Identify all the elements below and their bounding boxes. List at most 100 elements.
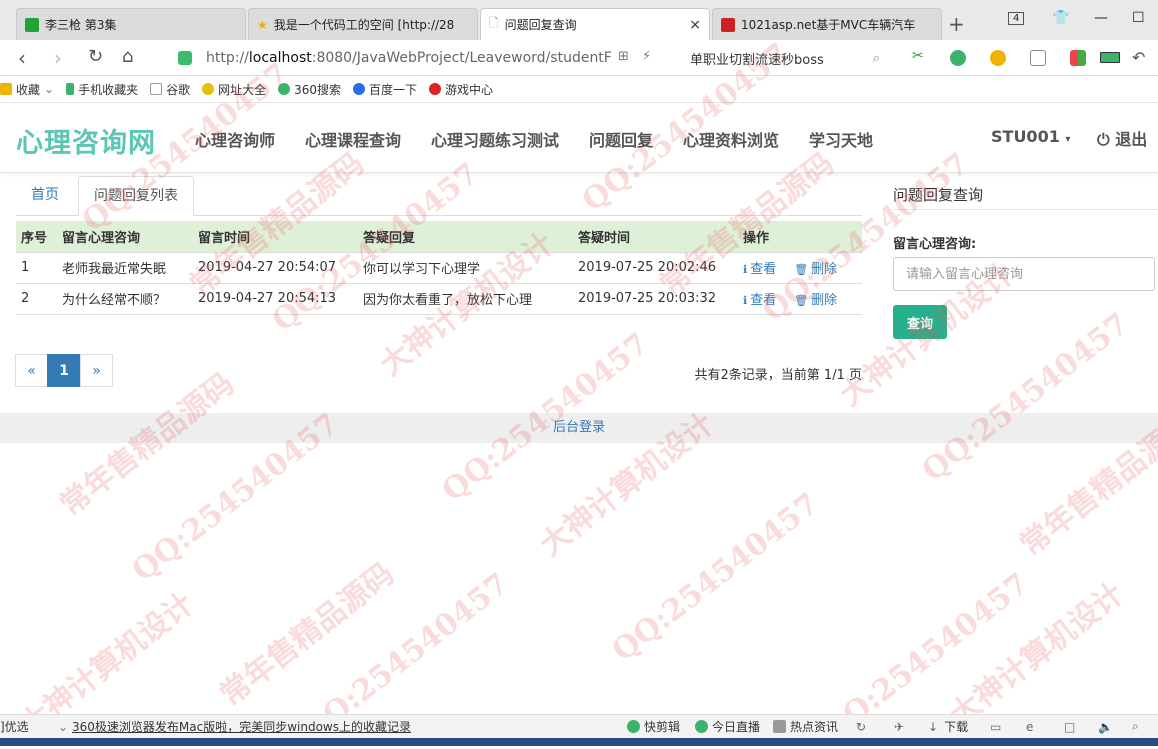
back-icon[interactable]: ‹ — [18, 46, 26, 70]
watermark: 大神计算机设计 — [943, 576, 1131, 734]
minimize-icon[interactable]: — — [1094, 10, 1108, 26]
status-item-label: 热点资讯 — [790, 720, 839, 734]
view-link[interactable]: ℹ 查看 — [743, 262, 776, 277]
search-input[interactable]: 单职业切割流速秒boss ⌕ — [690, 46, 882, 70]
lightning-icon[interactable]: ⚡ — [642, 49, 651, 64]
browser-tab-4[interactable]: 1021asp.net基于MVC车辆汽车 — [712, 8, 942, 40]
status-download[interactable]: ↓ 下载 — [928, 718, 968, 735]
bookmark-baidu[interactable]: 百度一下 — [353, 81, 417, 98]
watermark: QQ:254540457 — [605, 486, 826, 669]
layout-icon[interactable]: ▭ — [990, 720, 1001, 734]
prev-page-button[interactable]: « — [15, 354, 48, 387]
page-icon: 🗋 — [489, 16, 499, 30]
search-icon[interactable]: ⌕ — [873, 51, 880, 66]
game-icon — [429, 83, 442, 95]
delete-link[interactable]: 🗑 删除 — [794, 293, 837, 308]
translate-icon[interactable] — [950, 50, 966, 66]
caret-down-icon: ▾ — [1065, 134, 1071, 145]
delete-label: 删除 — [811, 262, 838, 277]
status-left-text: ]优选 — [0, 720, 29, 734]
delete-link[interactable]: 🗑 删除 — [794, 262, 837, 277]
bookmark-label: 网址大全 — [218, 82, 267, 97]
watermark: QQ:254540457 — [915, 306, 1136, 489]
view-link[interactable]: ℹ 查看 — [743, 293, 776, 308]
phone-icon — [66, 83, 75, 95]
refresh-icon[interactable]: ↻ — [856, 720, 866, 734]
chevron-down-icon: ⌄ — [58, 719, 69, 734]
new-tab-button[interactable]: + — [948, 12, 965, 36]
bookmark-favorites[interactable]: 收藏 ⌄ — [0, 81, 54, 98]
screenshot-icon[interactable] — [1030, 50, 1046, 66]
window-icon[interactable]: □ — [1064, 720, 1075, 734]
tab-home[interactable]: 首页 — [16, 176, 74, 216]
site-brand[interactable]: 心理咨询网 — [16, 121, 156, 160]
bookmark-google[interactable]: 谷歌 — [150, 81, 190, 98]
reload-icon[interactable]: ↻ — [88, 46, 103, 67]
zoom-icon[interactable]: ⌕ — [1132, 719, 1139, 734]
admin-login-link[interactable]: 后台登录 — [553, 420, 605, 435]
bookmark-label: 360搜索 — [294, 82, 342, 97]
forward-icon[interactable]: › — [54, 46, 62, 70]
query-button[interactable]: 查询 — [893, 305, 947, 339]
browser-tab-3-active[interactable]: 🗋 问题回复查询 × — [480, 8, 710, 40]
nav-materials[interactable]: 心理资料浏览 — [683, 127, 779, 151]
news-icon — [773, 720, 786, 733]
url-input[interactable]: http:// localhost :8080/JavaWebProject/L… — [178, 46, 678, 70]
bookmark-games[interactable]: 游戏中心 — [429, 81, 493, 98]
maximize-icon[interactable]: ☐ — [1132, 10, 1145, 26]
table-row: 1 老师我最近常失眠 2019-04-27 20:54:07 你可以学习下心理学… — [16, 252, 862, 284]
scissors-icon[interactable]: ✂ — [912, 48, 928, 64]
cell-no: 1 — [16, 252, 57, 284]
chevron-down-icon: ⌄ — [44, 82, 55, 96]
ie-icon[interactable]: e — [1026, 720, 1033, 734]
bookmark-360search[interactable]: 360搜索 — [278, 81, 341, 98]
bookmark-label: 手机收藏夹 — [78, 82, 139, 97]
nav-counselors[interactable]: 心理咨询师 — [195, 127, 275, 151]
next-page-button[interactable]: » — [80, 354, 113, 387]
page-1-button[interactable]: 1 — [47, 354, 81, 387]
footer: 后台登录 — [0, 413, 1158, 443]
close-tab-icon[interactable]: × — [689, 17, 701, 33]
browser-tab-1[interactable]: 李三枪 第3集 — [16, 8, 246, 40]
undo-icon[interactable]: ↶ — [1132, 48, 1145, 67]
coin-icon[interactable] — [990, 50, 1006, 66]
status-live[interactable]: 今日直播 — [695, 718, 760, 735]
bookmark-hao123[interactable]: 网址大全 — [202, 81, 266, 98]
tab-reply-list[interactable]: 问题回复列表 — [78, 176, 194, 216]
tab-count-badge[interactable]: 4 — [1008, 12, 1025, 25]
view-label: 查看 — [750, 293, 777, 308]
status-hot-news[interactable]: 热点资讯 — [773, 718, 838, 735]
status-item-label: 今日直播 — [712, 720, 761, 734]
question-search-input[interactable] — [893, 257, 1155, 291]
status-news-link[interactable]: 360极速浏览器发布Mac版啦，完美同步windows上的收藏记录 — [72, 718, 411, 735]
star-icon: ★ — [257, 17, 268, 32]
record-summary: 共有2条记录，当前第 1/1 页 — [694, 368, 862, 383]
shirt-icon[interactable]: 👕 — [1052, 10, 1069, 26]
bookmark-mobile[interactable]: 手机收藏夹 — [66, 81, 138, 98]
home-icon[interactable]: ⌂ — [122, 46, 133, 67]
pin-icon[interactable]: ✈ — [894, 720, 904, 734]
apps-icon[interactable] — [1070, 50, 1086, 66]
nav-learning[interactable]: 学习天地 — [809, 127, 873, 151]
cell-reply-time: 2019-07-25 20:03:32 — [573, 283, 738, 315]
qr-icon[interactable]: ⊞ — [618, 49, 629, 64]
site-favicon-icon — [721, 17, 735, 32]
bookmarks-bar: 收藏 ⌄ 手机收藏夹 谷歌 网址大全 360搜索 百度一下 游戏中心 — [0, 76, 1158, 103]
browser-tab-2[interactable]: ★ 我是一个代码工的空间 [http://28 — [248, 8, 478, 40]
user-menu[interactable]: STU001 ▾ — [991, 127, 1070, 146]
nav-exercises[interactable]: 心理习题练习测试 — [431, 127, 559, 151]
sidebar-title: 问题回复查询 — [893, 186, 984, 204]
os-taskbar — [0, 738, 1158, 746]
cell-question: 老师我最近常失眠 — [57, 252, 193, 284]
battery-icon[interactable] — [1100, 52, 1120, 63]
logout-link[interactable]: ⏻ 退出 — [1097, 126, 1147, 150]
nav-courses[interactable]: 心理课程查询 — [305, 127, 401, 151]
volume-icon[interactable]: 🔈 — [1098, 720, 1113, 734]
secure-shield-icon — [178, 51, 192, 65]
browser-tab-title: 我是一个代码工的空间 [http://28 — [273, 18, 455, 32]
status-quick-cut[interactable]: 快剪辑 — [627, 718, 680, 735]
nav-replies[interactable]: 问题回复 — [589, 127, 653, 151]
url-path: :8080/JavaWebProject/Leaveword/studentF — [311, 50, 612, 66]
search-icon — [278, 83, 291, 95]
sidebar-divider — [893, 209, 1158, 210]
